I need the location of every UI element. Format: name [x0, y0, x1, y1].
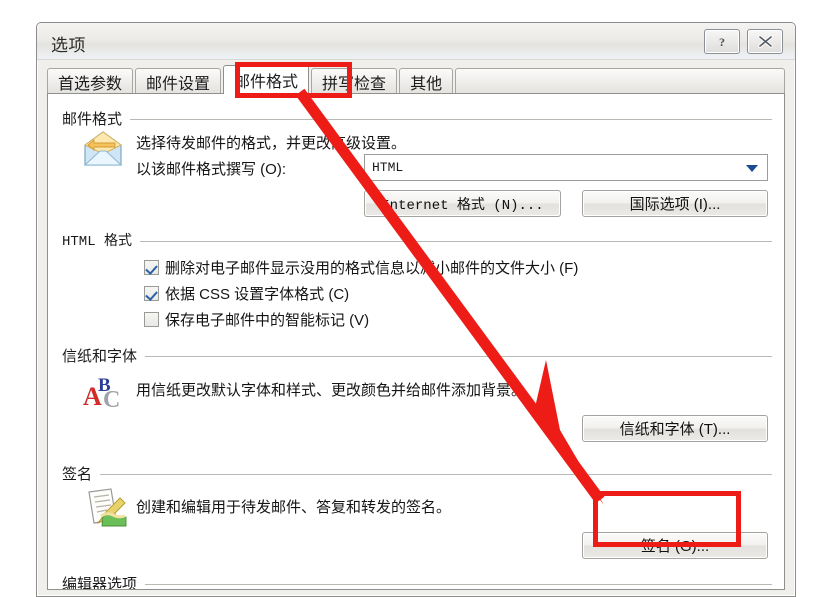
- international-options-button[interactable]: 国际选项 (I)...: [582, 190, 768, 217]
- checkbox-css-font-format[interactable]: 依据 CSS 设置字体格式 (C): [144, 283, 349, 304]
- dialog-title: 选项: [51, 36, 86, 55]
- close-button[interactable]: [747, 29, 783, 54]
- group-signature: 签名: [62, 463, 772, 484]
- group-header: 信纸和字体: [62, 345, 772, 366]
- svg-text:C: C: [103, 387, 120, 411]
- checkbox-smart-tags[interactable]: 保存电子邮件中的智能标记 (V): [144, 309, 369, 330]
- group-header: HTML 格式: [62, 230, 772, 250]
- group-html-format: HTML 格式: [62, 230, 772, 250]
- tab-other[interactable]: 其他: [399, 68, 454, 94]
- group-stationery-fonts: 信纸和字体: [62, 345, 772, 366]
- group-title: 编辑器选项: [62, 576, 138, 590]
- window-controls: ?: [704, 29, 783, 54]
- close-icon: [757, 35, 773, 48]
- mail-format-description: 选择待发邮件的格式，并更改高级设置。: [136, 135, 407, 152]
- group-divider: [100, 474, 772, 475]
- tab-strip-filler: [455, 68, 785, 94]
- help-icon: ?: [719, 35, 725, 49]
- group-header: 邮件格式: [62, 108, 772, 129]
- group-divider: [145, 584, 772, 585]
- dialog-titlebar: 选项 ?: [37, 23, 795, 60]
- group-title: 邮件格式: [62, 111, 123, 128]
- tab-label: 邮件设置: [146, 75, 211, 93]
- compose-format-value: HTML: [372, 160, 404, 175]
- group-mail-format: 邮件格式: [62, 108, 772, 129]
- annotation-highlight-signature-button: [593, 491, 741, 547]
- checkbox-icon[interactable]: [144, 260, 159, 275]
- stationery-abc-icon: A B C: [82, 369, 126, 416]
- group-title: 签名: [62, 466, 93, 483]
- checkbox-label: 删除对电子邮件显示没用的格式信息以减小邮件的文件大小 (F): [165, 260, 579, 277]
- stationery-description: 用信纸更改默认字体和样式、更改颜色并给邮件添加背景。: [136, 382, 527, 399]
- group-header: 编辑器选项: [62, 573, 772, 590]
- checkbox-remove-unused-format[interactable]: 删除对电子邮件显示没用的格式信息以减小邮件的文件大小 (F): [144, 257, 578, 278]
- signature-description: 创建和编辑用于待发邮件、答复和转发的签名。: [136, 499, 452, 516]
- help-button[interactable]: ?: [704, 29, 740, 54]
- checkbox-label: 保存电子邮件中的智能标记 (V): [165, 312, 370, 329]
- checkbox-icon[interactable]: [144, 286, 159, 301]
- compose-format-combobox[interactable]: HTML: [364, 154, 768, 181]
- stationery-fonts-button[interactable]: 信纸和字体 (T)...: [582, 415, 768, 442]
- chevron-down-icon: [746, 165, 758, 172]
- tab-strip: 首选参数 邮件设置 邮件格式 拼写检查 其他: [47, 65, 785, 94]
- tab-label: 首选参数: [58, 75, 123, 93]
- tab-mail-setup[interactable]: 邮件设置: [135, 68, 222, 94]
- group-divider: [140, 240, 772, 242]
- group-header: 签名: [62, 463, 772, 484]
- envelope-icon: [82, 129, 124, 174]
- tab-preferences[interactable]: 首选参数: [47, 68, 134, 94]
- group-title: 信纸和字体: [62, 348, 138, 365]
- group-title: HTML 格式: [62, 234, 133, 250]
- compose-format-label: 以该邮件格式撰写 (O):: [136, 161, 286, 178]
- checkbox-icon[interactable]: [144, 312, 159, 327]
- checkbox-label: 依据 CSS 设置字体格式 (C): [165, 286, 350, 303]
- signature-pen-icon: [80, 486, 128, 537]
- tab-label: 其他: [410, 75, 443, 93]
- svg-text:?: ?: [719, 35, 725, 49]
- screen: 选项 ? 首选参数 邮件设置 邮件格式 拼写检查 其他 邮件格式 选择待发邮件的…: [0, 0, 815, 597]
- internet-format-button[interactable]: Internet 格式 (N)...: [364, 190, 561, 217]
- group-divider: [130, 119, 772, 120]
- group-editor-options: 编辑器选项: [62, 573, 772, 590]
- annotation-highlight-tab: [235, 62, 352, 98]
- group-divider: [145, 356, 772, 357]
- tabs-row: 首选参数 邮件设置 邮件格式 拼写检查 其他: [47, 65, 785, 94]
